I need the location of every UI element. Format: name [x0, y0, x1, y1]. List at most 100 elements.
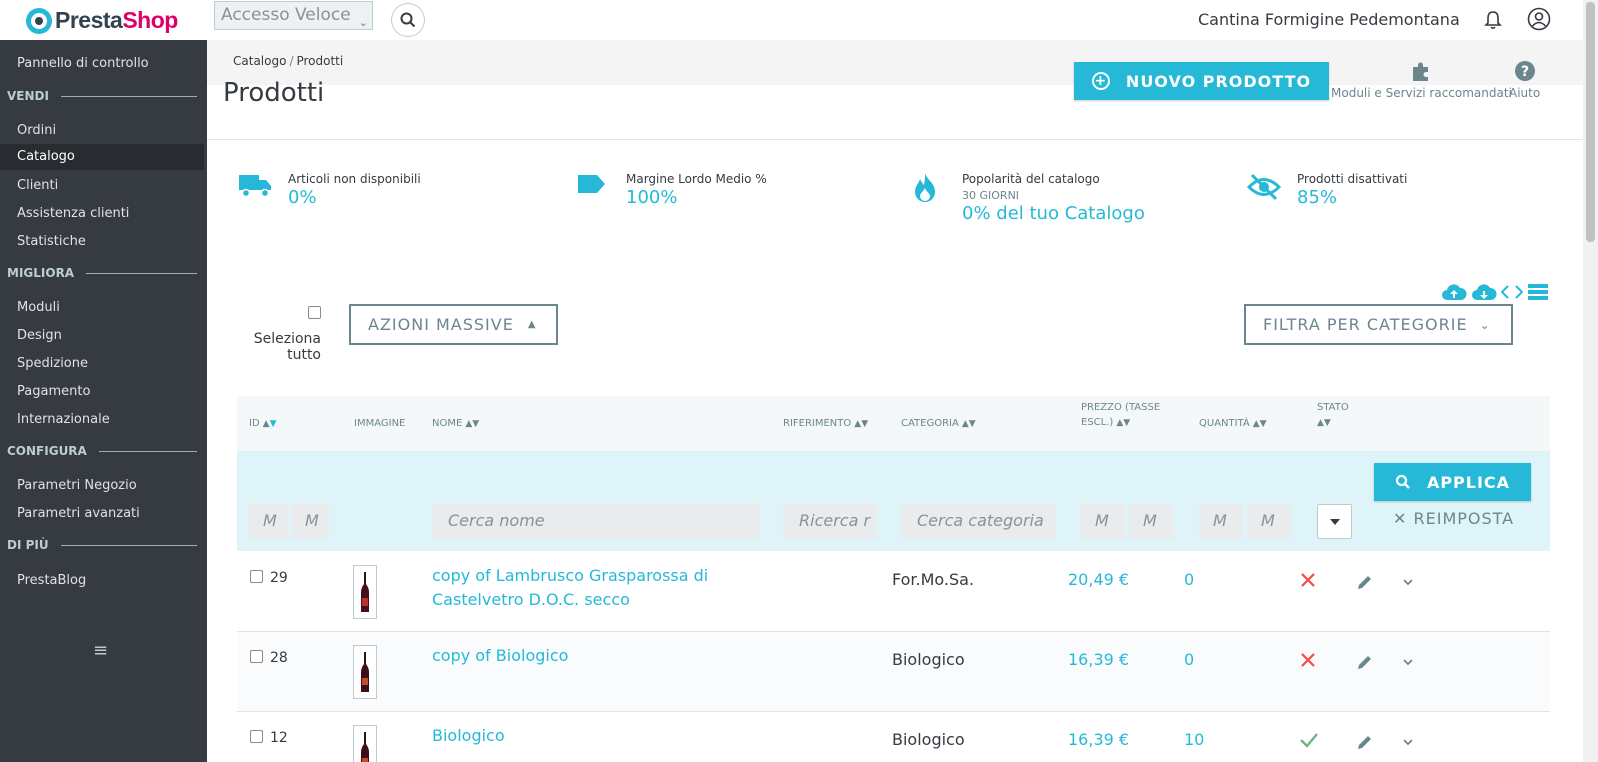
kpi-value: 0% [288, 187, 317, 208]
row-actions-dropdown[interactable] [1402, 653, 1414, 672]
kpi-disabled-products[interactable]: Prodotti disattivati 85% [1246, 172, 1407, 208]
table-row[interactable]: 28 copy of Biologico Biologico 16,39 € 0 [237, 632, 1550, 712]
close-icon [1301, 653, 1315, 667]
filter-qty-max[interactable]: M [1247, 504, 1291, 539]
status-toggle[interactable] [1299, 731, 1319, 753]
filter-category-input[interactable]: Cerca categoria [901, 504, 1056, 539]
table-header: ID ▲▼ IMMAGINE NOME ▲▼ RIFERIMENTO ▲▼ CATEG… [237, 396, 1550, 451]
edit-button[interactable] [1356, 573, 1374, 595]
prestashop-logo[interactable]: PrestaShop [26, 7, 178, 34]
notifications-button[interactable] [1484, 10, 1502, 34]
sidebar-item-shipping[interactable]: Spedizione [17, 356, 88, 371]
search-button[interactable] [391, 3, 425, 37]
column-price[interactable]: PREZZO (TASSE ESCL.) ▲▼ [1081, 400, 1160, 431]
breadcrumb-catalog[interactable]: Catalogo [233, 54, 286, 68]
product-name-link[interactable]: Biologico [432, 724, 752, 748]
row-quantity[interactable]: 0 [1184, 570, 1194, 589]
search-icon [1395, 474, 1410, 489]
filter-name-input[interactable]: Cerca nome [432, 504, 759, 539]
pencil-icon [1358, 656, 1371, 669]
product-thumbnail[interactable] [353, 645, 377, 699]
sidebar-item-stats[interactable]: Statistiche [17, 234, 86, 249]
row-quantity[interactable]: 10 [1184, 730, 1204, 749]
shop-name-link[interactable]: Cantina Formigine Pedemontana [1198, 10, 1460, 29]
sidebar-section-migliora: MIGLIORA [7, 266, 197, 280]
caret-down-icon [1329, 518, 1340, 525]
cloud-download-icon[interactable] [1471, 283, 1497, 301]
product-thumbnail[interactable] [353, 725, 377, 762]
column-category[interactable]: CATEGORIA ▲▼ [901, 416, 976, 432]
filter-price-max[interactable]: M [1129, 504, 1173, 539]
quick-access-select[interactable]: Accesso Veloce ⌄ [214, 1, 373, 30]
row-price[interactable]: 16,39 € [1068, 650, 1129, 669]
row-checkbox[interactable] [250, 570, 263, 583]
page-scrollbar[interactable] [1583, 0, 1598, 762]
sidebar-item-orders[interactable]: Ordini [17, 123, 56, 138]
status-toggle[interactable] [1299, 651, 1317, 673]
edit-button[interactable] [1356, 653, 1374, 675]
row-actions-dropdown[interactable] [1402, 573, 1414, 592]
status-toggle[interactable] [1299, 571, 1317, 593]
product-thumbnail[interactable] [353, 565, 377, 619]
kpi-period: 30 GIORNI [962, 189, 1020, 202]
kpi-gross-margin[interactable]: Margine Lordo Medio % 100% [576, 172, 767, 208]
product-name-link[interactable]: copy of Biologico [432, 644, 752, 668]
column-id[interactable]: ID ▲▼ [249, 416, 277, 432]
row-checkbox[interactable] [250, 730, 263, 743]
row-price[interactable]: 16,39 € [1068, 730, 1129, 749]
column-quantity[interactable]: QUANTITÀ ▲▼ [1199, 416, 1267, 432]
table-row[interactable]: 12 Biologico Biologico 16,39 € 10 [237, 712, 1550, 762]
edit-button[interactable] [1356, 733, 1374, 755]
code-icon[interactable] [1501, 283, 1523, 301]
filter-reference-input[interactable]: Ricerca r [783, 504, 877, 539]
filter-by-categories-button[interactable]: FILTRA PER CATEGORIE ⌄ [1244, 304, 1513, 345]
sidebar-item-catalog[interactable]: Catalogo [0, 144, 204, 170]
sidebar-item-international[interactable]: Internazionale [17, 412, 110, 427]
row-price[interactable]: 20,49 € [1068, 570, 1129, 589]
sidebar-item-modules[interactable]: Moduli [17, 300, 60, 315]
sidebar-item-customers[interactable]: Clienti [17, 178, 58, 193]
filter-status-select[interactable] [1317, 504, 1352, 539]
help-button[interactable]: ? Aiuto [1509, 60, 1540, 100]
truck-icon [239, 175, 271, 198]
sidebar-item-prestablog[interactable]: PrestaBlog [17, 573, 86, 588]
filter-id-min[interactable]: M [249, 504, 287, 539]
sidebar-item-advanced-params[interactable]: Parametri avanzati [17, 506, 140, 521]
employee-menu-button[interactable] [1527, 7, 1551, 35]
filter-price-min[interactable]: M [1081, 504, 1125, 539]
filter-id-max[interactable]: M [291, 504, 329, 539]
cloud-upload-icon[interactable] [1441, 283, 1467, 301]
select-all-checkbox[interactable] [308, 306, 321, 319]
column-status[interactable]: STATO ▲▼ [1317, 400, 1349, 431]
row-checkbox[interactable] [250, 650, 263, 663]
sidebar-item-payment[interactable]: Pagamento [17, 384, 90, 399]
sidebar-item-dashboard[interactable]: Pannello di controllo [17, 56, 149, 71]
reset-filters-button[interactable]: ✕ REIMPOSTA [1393, 509, 1514, 528]
row-quantity[interactable]: 0 [1184, 650, 1194, 669]
sidebar-item-shop-params[interactable]: Parametri Negozio [17, 478, 137, 493]
sidebar-item-customer-service[interactable]: Assistenza clienti [17, 206, 129, 221]
select-all[interactable]: Seleziona tutto [251, 306, 321, 363]
caret-up-icon: ▲ [527, 319, 537, 330]
column-reference[interactable]: RIFERIMENTO ▲▼ [783, 416, 868, 432]
bulk-actions-button[interactable]: AZIONI MASSIVE ▲ [349, 304, 558, 345]
recommended-modules-button[interactable]: Moduli e Servizi raccomandati [1331, 60, 1512, 100]
database-icon[interactable] [1527, 283, 1549, 301]
breadcrumb-products[interactable]: Prodotti [296, 54, 343, 68]
new-product-button[interactable]: + NUOVO PRODOTTO [1074, 62, 1329, 100]
filter-qty-min[interactable]: M [1199, 504, 1243, 539]
kpi-out-of-stock[interactable]: Articoli non disponibili 0% [238, 172, 421, 208]
product-name-link[interactable]: copy of Lambrusco Grasparossa di Castelv… [432, 564, 752, 612]
column-image: IMMAGINE [354, 418, 406, 429]
quick-access-label: Accesso Veloce [221, 5, 351, 25]
table-row[interactable]: 29 copy of Lambrusco Grasparossa di Cast… [237, 552, 1550, 632]
row-id: 29 [270, 570, 288, 586]
search-icon [400, 12, 416, 28]
scrollbar-thumb[interactable] [1586, 2, 1595, 242]
apply-filters-button[interactable]: APPLICA [1374, 463, 1531, 501]
column-name[interactable]: NOME ▲▼ [432, 416, 479, 432]
menu-collapse-icon[interactable]: ≡ [93, 640, 108, 661]
sidebar-item-design[interactable]: Design [17, 328, 62, 343]
kpi-catalog-popularity[interactable]: Popolarità del catalogo 30 GIORNI 0% del… [912, 172, 1145, 224]
row-actions-dropdown[interactable] [1402, 733, 1414, 752]
